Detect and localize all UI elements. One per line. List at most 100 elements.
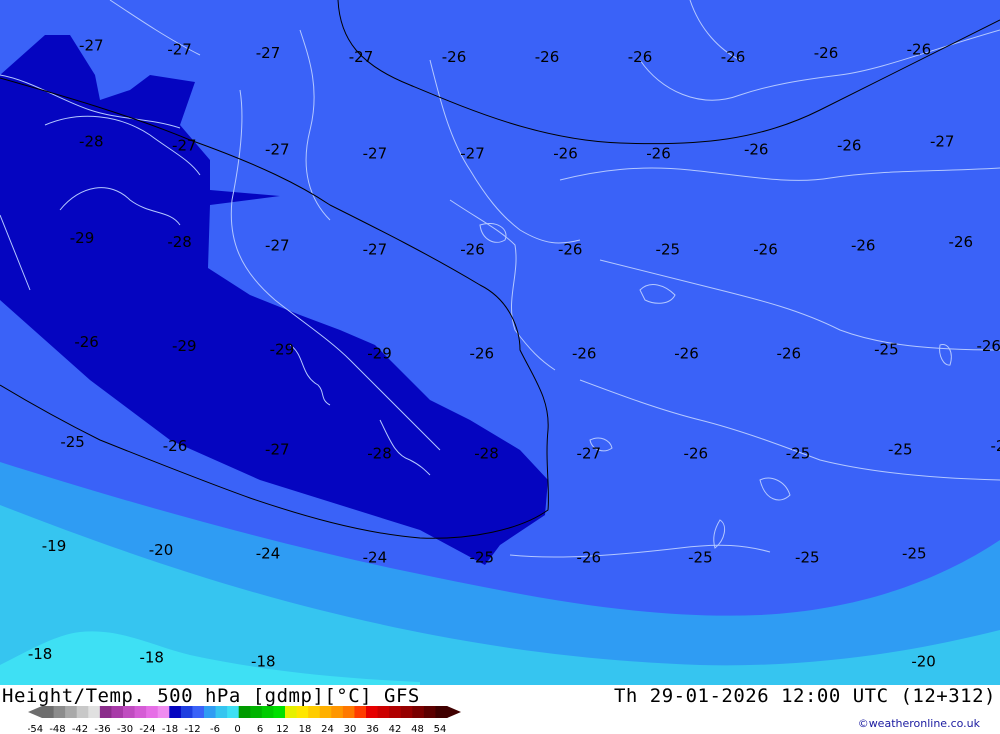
- isotherm-label: -25: [888, 441, 913, 459]
- scale-swatch: [111, 706, 123, 718]
- scale-swatch: [331, 706, 343, 718]
- scale-swatch: [343, 706, 355, 718]
- chart-title: Height/Temp. 500 hPa [gdmp][°C] GFS: [2, 685, 420, 707]
- isotherm-label: -26: [163, 437, 188, 455]
- isotherm-label: -18: [28, 645, 53, 663]
- isotherm-label: -25: [786, 445, 811, 463]
- isotherm-label: -25: [656, 241, 681, 259]
- isotherm-label: -26: [74, 333, 99, 351]
- scale-swatch: [169, 706, 181, 718]
- isotherm-label: -26: [744, 140, 769, 158]
- isotherm-label: -26: [674, 345, 699, 363]
- isotherm-label: -28: [79, 133, 104, 151]
- isotherm-label: -26: [684, 445, 709, 463]
- scale-swatch: [146, 706, 158, 718]
- scale-swatch: [354, 706, 366, 718]
- isotherm-label: -27: [265, 237, 290, 255]
- isotherm-label: -25: [902, 545, 927, 563]
- isotherm-label: -26: [558, 241, 583, 259]
- scale-swatch: [123, 706, 135, 718]
- isotherm-label: -27: [363, 241, 388, 259]
- scale-swatch: [435, 706, 447, 718]
- valid-time: Th 29-01-2026 12:00 UTC (12+312): [614, 685, 996, 707]
- isotherm-label: -25: [795, 549, 820, 567]
- scale-swatch: [366, 706, 378, 718]
- scale-swatch: [204, 706, 216, 718]
- scale-swatch: [77, 706, 89, 718]
- isotherm-label: -27: [930, 133, 955, 151]
- credit-link[interactable]: ©weatheronline.co.uk: [858, 717, 980, 730]
- isotherm-label: -25: [874, 341, 899, 359]
- isotherm-label: -27: [265, 140, 290, 158]
- scale-swatch: [181, 706, 193, 718]
- isotherm-label: -24: [363, 549, 388, 567]
- scale-swatch: [135, 706, 147, 718]
- isotherm-label: -29: [367, 345, 392, 363]
- isotherm-label: -28: [474, 445, 499, 463]
- isotherm-label: -25: [60, 433, 85, 451]
- isotherm-label: -26: [814, 44, 839, 62]
- isotherm-label: -27: [460, 144, 485, 162]
- scale-left-arrow: [28, 706, 42, 718]
- isotherm-label: -27: [172, 137, 197, 155]
- isotherm-label: -26: [572, 345, 597, 363]
- color-scale: -54-48-42-36-30-24-18-12-606121824303642…: [28, 706, 468, 734]
- scale-swatch: [65, 706, 77, 718]
- isotherm-label: -20: [149, 541, 174, 559]
- scale-swatch: [42, 706, 54, 718]
- isotherm-label: -26: [907, 40, 932, 58]
- scale-swatch: [227, 706, 239, 718]
- isotherm-label: -18: [251, 652, 276, 670]
- isotherm-label: -19: [42, 537, 67, 555]
- scale-swatch: [239, 706, 251, 718]
- scale-swatch: [401, 706, 413, 718]
- isotherm-label: -29: [270, 341, 295, 359]
- isotherm-label: -26: [851, 237, 876, 255]
- isotherm-label: -18: [139, 649, 164, 667]
- isotherm-label: -26: [646, 144, 671, 162]
- isotherm-label: -26: [949, 233, 974, 251]
- scale-swatch: [389, 706, 401, 718]
- scale-swatch: [88, 706, 100, 718]
- isotherm-label: -26: [470, 345, 495, 363]
- isotherm-label: -27: [256, 44, 281, 62]
- isotherm-label: -26: [442, 48, 467, 66]
- isotherm-label: -27: [349, 48, 374, 66]
- scale-swatch: [424, 706, 436, 718]
- scale-swatch: [273, 706, 285, 718]
- isotherm-label: -27: [167, 40, 192, 58]
- scale-swatch: [216, 706, 228, 718]
- scale-swatch: [285, 706, 297, 718]
- isotherm-label: -25: [688, 549, 713, 567]
- scale-swatch: [308, 706, 320, 718]
- isotherm-label: -26: [535, 48, 560, 66]
- scale-swatch: [378, 706, 390, 718]
- isotherm-label: -27: [363, 144, 388, 162]
- isotherm-label: -26: [721, 48, 746, 66]
- isotherm-label: -27: [265, 441, 290, 459]
- isotherm-label: -26: [577, 549, 602, 567]
- scale-swatch: [100, 706, 112, 718]
- isotherm-label: -26: [753, 241, 778, 259]
- isotherm-label: -25: [470, 549, 495, 567]
- isotherm-label: -27: [577, 445, 602, 463]
- isotherm-label: -26: [976, 337, 1000, 355]
- isotherm-label: -26: [553, 144, 578, 162]
- isotherm-label: -27: [79, 37, 104, 55]
- isotherm-label: -28: [167, 233, 192, 251]
- isotherm-label: -26: [837, 137, 862, 155]
- isotherm-label: -29: [172, 337, 197, 355]
- scale-right-arrow: [447, 706, 461, 718]
- scale-swatch: [250, 706, 262, 718]
- isotherm-label: -25: [990, 437, 1000, 455]
- isotherm-label: -26: [628, 48, 653, 66]
- weather-map: -27 -27 -27 -27 -26 -26 -26 -26 -26 -26 -26 -28 -27 -…: [0, 0, 1000, 685]
- scale-swatch: [412, 706, 424, 718]
- isotherm-label: -24: [256, 545, 281, 563]
- isotherm-label: -26: [777, 345, 802, 363]
- isotherm-label: -29: [70, 229, 95, 247]
- scale-swatch: [192, 706, 204, 718]
- scale-swatch: [320, 706, 332, 718]
- footer: Height/Temp. 500 hPa [gdmp][°C] GFS Th 2…: [0, 685, 1000, 733]
- scale-swatch: [262, 706, 274, 718]
